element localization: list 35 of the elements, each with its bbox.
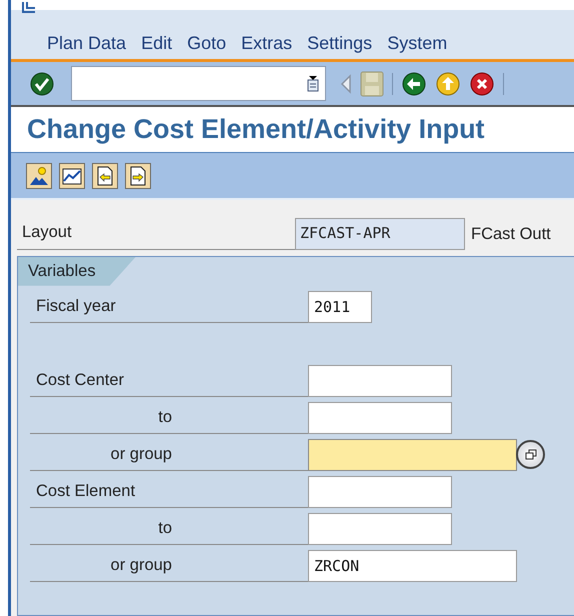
windows-icon xyxy=(524,449,536,460)
input-field[interactable] xyxy=(308,364,452,397)
field-label: to xyxy=(157,518,172,540)
back-triangle-icon[interactable] xyxy=(340,74,352,94)
value-help-button[interactable] xyxy=(516,440,545,470)
screen-title: Change Cost Element/Activity Input xyxy=(27,113,485,146)
enter-icon[interactable] xyxy=(29,70,55,97)
field-label: Layout xyxy=(22,222,72,244)
next-page-icon[interactable] xyxy=(125,162,151,189)
field-label: Cost Element xyxy=(35,481,136,502)
input-field[interactable] xyxy=(308,476,452,508)
layout-field: ZFCAST-APR xyxy=(295,218,465,250)
command-field[interactable] xyxy=(71,66,326,102)
menu-item[interactable]: Plan Data xyxy=(47,30,126,57)
line-chart-icon[interactable] xyxy=(59,162,85,189)
field-label: or group xyxy=(110,444,172,466)
previous-page-icon[interactable] xyxy=(92,162,118,189)
cancel-icon[interactable] xyxy=(469,70,495,97)
input-field[interactable] xyxy=(308,402,452,434)
input-field[interactable] xyxy=(308,438,517,471)
field-label: or group xyxy=(110,555,172,576)
input-field[interactable]: 2011 xyxy=(308,290,372,323)
field-label: Fiscal year xyxy=(35,296,116,318)
input-field[interactable] xyxy=(308,512,452,545)
menu-item[interactable]: Goto xyxy=(187,30,226,57)
layout-description: FCast Outt xyxy=(471,224,551,245)
field-label: Cost Center xyxy=(35,370,124,392)
field-label: to xyxy=(157,407,172,428)
dropdown-icon[interactable] xyxy=(307,76,319,92)
menu-item[interactable]: System xyxy=(387,30,448,57)
landscape-icon[interactable] xyxy=(26,162,52,189)
input-field[interactable]: ZRCON xyxy=(308,550,517,582)
menu-item[interactable]: Edit xyxy=(141,30,172,57)
menu-item[interactable]: Extras xyxy=(241,30,292,57)
menu-item[interactable]: Settings xyxy=(307,30,372,57)
